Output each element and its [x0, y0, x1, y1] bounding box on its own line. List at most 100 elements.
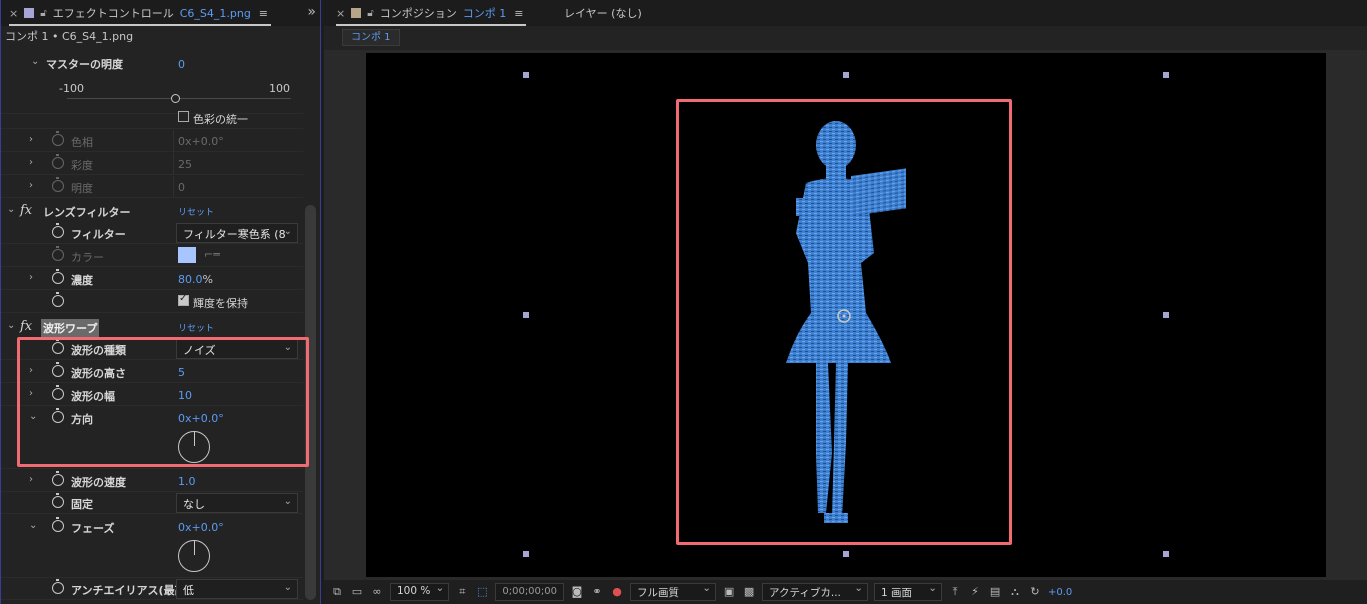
stopwatch-icon[interactable] — [52, 177, 64, 192]
snapshot-preview-icon[interactable]: ⧉ — [330, 585, 344, 599]
composition-tab[interactable]: × 🔓︎ コンポジション コンポ 1 ≡ — [328, 0, 531, 26]
phase-value[interactable]: 0x+0.0° — [178, 521, 224, 534]
chevron-down-icon[interactable]: ⌄ — [7, 204, 15, 215]
chevron-down-icon[interactable]: ⌄ — [31, 56, 39, 67]
handle-top-center[interactable] — [843, 72, 849, 78]
exposure-value[interactable]: +0.0 — [1048, 587, 1072, 598]
panel-menu-icon[interactable]: ≡ — [514, 7, 523, 20]
expand-icon[interactable]: » — [307, 4, 316, 20]
timeline-icon[interactable]: ▤ — [988, 585, 1002, 599]
density-value[interactable]: 80.0% — [178, 273, 213, 286]
color-swatch[interactable] — [178, 247, 196, 263]
effect-controls-panel: × 🔓︎ エフェクトコントロール C6_S4_1.png ≡ » コンポ 1 •… — [0, 0, 321, 604]
panel-color-icon — [351, 8, 362, 18]
chevron-right-icon[interactable]: › — [29, 134, 33, 145]
handle-top-right[interactable] — [1163, 72, 1169, 78]
reset-exposure-icon[interactable]: ↻ — [1028, 585, 1042, 599]
stopwatch-icon[interactable] — [52, 292, 64, 307]
stopwatch-icon[interactable] — [52, 223, 64, 238]
region-icon[interactable]: ⬚ — [475, 585, 489, 599]
composition-viewer[interactable] — [324, 50, 1367, 580]
active-tab-underline — [336, 24, 526, 26]
saturation-value[interactable]: 25 — [178, 158, 192, 171]
quality-dropdown[interactable]: フル画質 — [630, 582, 717, 601]
chevron-right-icon[interactable]: › — [29, 180, 33, 191]
chevron-down-icon[interactable]: ⌄ — [29, 520, 37, 531]
handle-middle-left[interactable] — [523, 312, 529, 318]
wave-warp-header[interactable]: ⌄ fx 波形ワープ リセット — [1, 316, 303, 338]
saturation-label: 彩度 — [71, 159, 93, 172]
region-of-interest-icon[interactable]: ▣ — [722, 585, 736, 599]
stopwatch-icon[interactable] — [52, 269, 64, 284]
transparency-grid-icon[interactable]: ▩ — [742, 585, 756, 599]
stopwatch-icon[interactable] — [52, 471, 64, 486]
lightness-value[interactable]: 0 — [178, 181, 185, 194]
stopwatch-icon[interactable] — [52, 131, 64, 146]
slider-knob[interactable] — [171, 94, 180, 103]
wave-speed-value[interactable]: 1.0 — [178, 475, 196, 488]
fast-preview-icon[interactable]: ⚡ — [968, 585, 982, 599]
hue-value[interactable]: 0x+0.0° — [178, 135, 224, 148]
views-dropdown[interactable]: 1 画面 — [874, 582, 943, 601]
mask-icon[interactable]: ∞ — [370, 585, 384, 599]
wave-warp-name: 波形ワープ — [41, 319, 100, 337]
link-icon[interactable]: ⚭ — [590, 585, 604, 599]
left-tab-bar: × 🔓︎ エフェクトコントロール C6_S4_1.png ≡ » — [1, 0, 320, 26]
chevron-right-icon[interactable]: › — [29, 474, 33, 485]
stopwatch-icon[interactable] — [52, 517, 64, 532]
chevron-down-icon: ⌄ — [283, 496, 292, 507]
stopwatch-icon[interactable] — [52, 579, 64, 594]
lens-filter-reset[interactable]: リセット — [178, 205, 214, 218]
stopwatch-icon[interactable] — [52, 493, 64, 508]
flowchart-icon[interactable]: ⛬ — [1008, 585, 1022, 599]
wave-warp-reset[interactable]: リセット — [178, 321, 214, 334]
unify-colors-label: 色彩の統一 — [193, 113, 248, 126]
zoom-dropdown[interactable]: 100 % — [390, 582, 450, 601]
camera-dropdown[interactable]: アクティブカ... — [762, 582, 869, 601]
handle-top-left[interactable] — [523, 72, 529, 78]
preserve-luminosity-checkbox[interactable] — [178, 293, 189, 306]
toggle-pixel-icon[interactable]: ⤒ — [948, 585, 962, 599]
antialiasing-dropdown[interactable]: 低 ⌄ — [176, 579, 298, 599]
composition-canvas[interactable] — [366, 53, 1326, 577]
lock-icon[interactable]: 🔓︎ — [367, 8, 373, 19]
chevron-right-icon[interactable]: › — [29, 272, 33, 283]
effect-controls-tab[interactable]: × 🔓︎ エフェクトコントロール C6_S4_1.png ≡ — [1, 0, 276, 26]
handle-middle-right[interactable] — [1163, 312, 1169, 318]
unify-colors-checkbox[interactable] — [178, 111, 189, 122]
color-channels-icon[interactable]: ● — [610, 585, 624, 599]
master-brightness-label: マスターの明度 — [46, 58, 123, 71]
color-label: カラー — [71, 251, 104, 264]
chevron-down-icon[interactable]: ⌄ — [7, 320, 15, 331]
eyedropper-icon[interactable]: ⌐═ — [204, 248, 220, 261]
fx-icon[interactable]: fx — [20, 319, 32, 334]
pinning-dropdown[interactable]: なし ⌄ — [176, 493, 298, 513]
filter-dropdown[interactable]: フィルター寒色系 (8 ⌄ — [176, 223, 298, 243]
timecode-field[interactable]: 0;00;00;00 — [495, 583, 565, 601]
grid-icon[interactable]: ⌗ — [455, 585, 469, 599]
lens-filter-header[interactable]: ⌄ fx レンズフィルター リセット — [1, 200, 303, 222]
handle-bottom-left[interactable] — [523, 551, 529, 557]
viewer-toolbar: ⧉ ▭ ∞ 100 % ⌗ ⬚ 0;00;00;00 ◙ ⚭ ● フル画質 ▣ … — [324, 580, 1367, 604]
master-brightness-value[interactable]: 0 — [178, 58, 185, 71]
filter-label: フィルター — [71, 228, 126, 241]
comp-subtab[interactable]: コンポ 1 — [342, 29, 400, 46]
lock-icon[interactable]: 🔓︎ — [40, 8, 46, 19]
close-icon[interactable]: × — [336, 7, 345, 20]
layer-tab[interactable]: レイヤー (なし) — [556, 0, 650, 26]
stopwatch-icon[interactable] — [52, 246, 64, 261]
composition-panel: × 🔓︎ コンポジション コンポ 1 ≡ レイヤー (なし) コンポ 1 ⧉ ▭… — [324, 0, 1367, 604]
phase-dial[interactable] — [178, 540, 210, 572]
monitor-icon[interactable]: ▭ — [350, 585, 364, 599]
close-icon[interactable]: × — [9, 7, 18, 20]
panel-menu-icon[interactable]: ≡ — [259, 7, 268, 20]
fx-icon[interactable]: fx — [20, 203, 32, 218]
handle-bottom-center[interactable] — [843, 551, 849, 557]
chevron-down-icon: ⌄ — [283, 582, 292, 593]
handle-bottom-right[interactable] — [1163, 551, 1169, 557]
camera-icon[interactable]: ◙ — [570, 585, 584, 599]
pinning-row: 固定 なし ⌄ — [1, 492, 303, 514]
stopwatch-icon[interactable] — [52, 154, 64, 169]
chevron-right-icon[interactable]: › — [29, 157, 33, 168]
tab-comp-name: コンポ 1 — [462, 7, 507, 20]
